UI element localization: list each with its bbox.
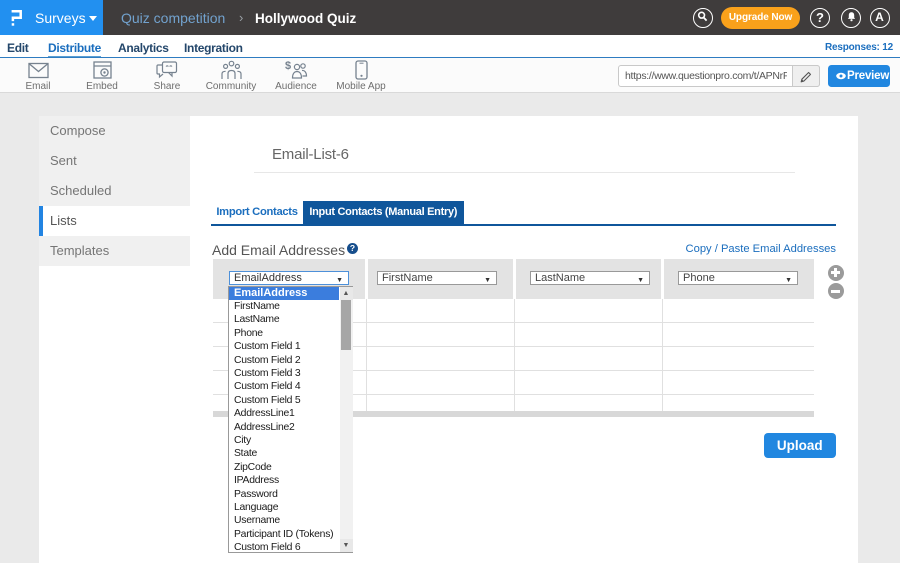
- svg-text:$: $: [285, 60, 291, 72]
